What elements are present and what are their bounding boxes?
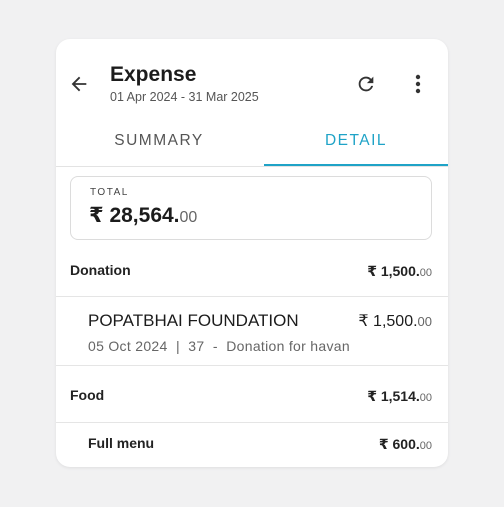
transaction-date: 05 Oct 2024 [88, 338, 168, 354]
category-amount: ₹ 1,500.00 [367, 263, 432, 280]
total-summary-box: TOTAL ₹ 28,564.00 [70, 176, 432, 240]
divider [56, 365, 448, 366]
total-amount: ₹ 28,564.00 [89, 203, 197, 231]
date-range: 01 Apr 2024 - 31 Mar 2025 [110, 90, 259, 104]
category-amount: ₹ 1,514.00 [367, 388, 432, 405]
category-row-donation[interactable]: Donation ₹ 1,500.00 [56, 258, 448, 282]
transaction-note: Donation for havan [226, 338, 350, 354]
divider [56, 422, 448, 423]
subitem-amount-main: ₹ 600. [378, 436, 420, 452]
category-name: Donation [70, 262, 131, 278]
category-name: Food [70, 387, 105, 403]
transaction-amount: ₹ 1,500.00 [358, 311, 432, 331]
arrow-left-icon [71, 76, 87, 92]
transaction-meta: 05 Oct 2024 | 37 - Donation for havan [88, 338, 350, 354]
category-amount-main: ₹ 1,514. [367, 388, 420, 404]
transaction-dash: - [212, 338, 218, 354]
subitem-name: Full menu [88, 435, 155, 451]
transaction-number: 37 [188, 338, 205, 354]
divider [56, 296, 448, 297]
tab-summary[interactable]: SUMMARY [56, 123, 262, 167]
page-title: Expense [110, 63, 197, 86]
refresh-icon [358, 76, 374, 92]
total-amount-main: ₹ 28,564. [89, 204, 180, 227]
subitem-amount-decimal: 00 [419, 440, 432, 452]
category-amount-decimal: 00 [419, 392, 432, 404]
back-button[interactable] [66, 71, 92, 97]
category-amount-main: ₹ 1,500. [367, 263, 420, 279]
transaction-payee: POPATBHAI FOUNDATION [88, 311, 299, 330]
transaction-separator: | [175, 338, 180, 354]
expense-card: Expense 01 Apr 2024 - 31 Mar 2025 SUMMAR… [56, 39, 448, 467]
transaction-amount-main: ₹ 1,500. [358, 313, 418, 330]
total-label: TOTAL [90, 187, 129, 198]
category-row-food[interactable]: Food ₹ 1,514.00 [56, 383, 448, 407]
tab-detail[interactable]: DETAIL [264, 123, 448, 167]
total-amount-decimal: 00 [179, 209, 198, 226]
subitem-amount: ₹ 600.00 [379, 436, 432, 453]
tabs-divider [56, 166, 448, 167]
refresh-button[interactable] [352, 70, 380, 98]
transaction-amount-decimal: 00 [417, 314, 432, 329]
more-vertical-icon [415, 74, 421, 94]
category-amount-decimal: 00 [419, 267, 432, 279]
more-options-button[interactable] [406, 70, 430, 98]
